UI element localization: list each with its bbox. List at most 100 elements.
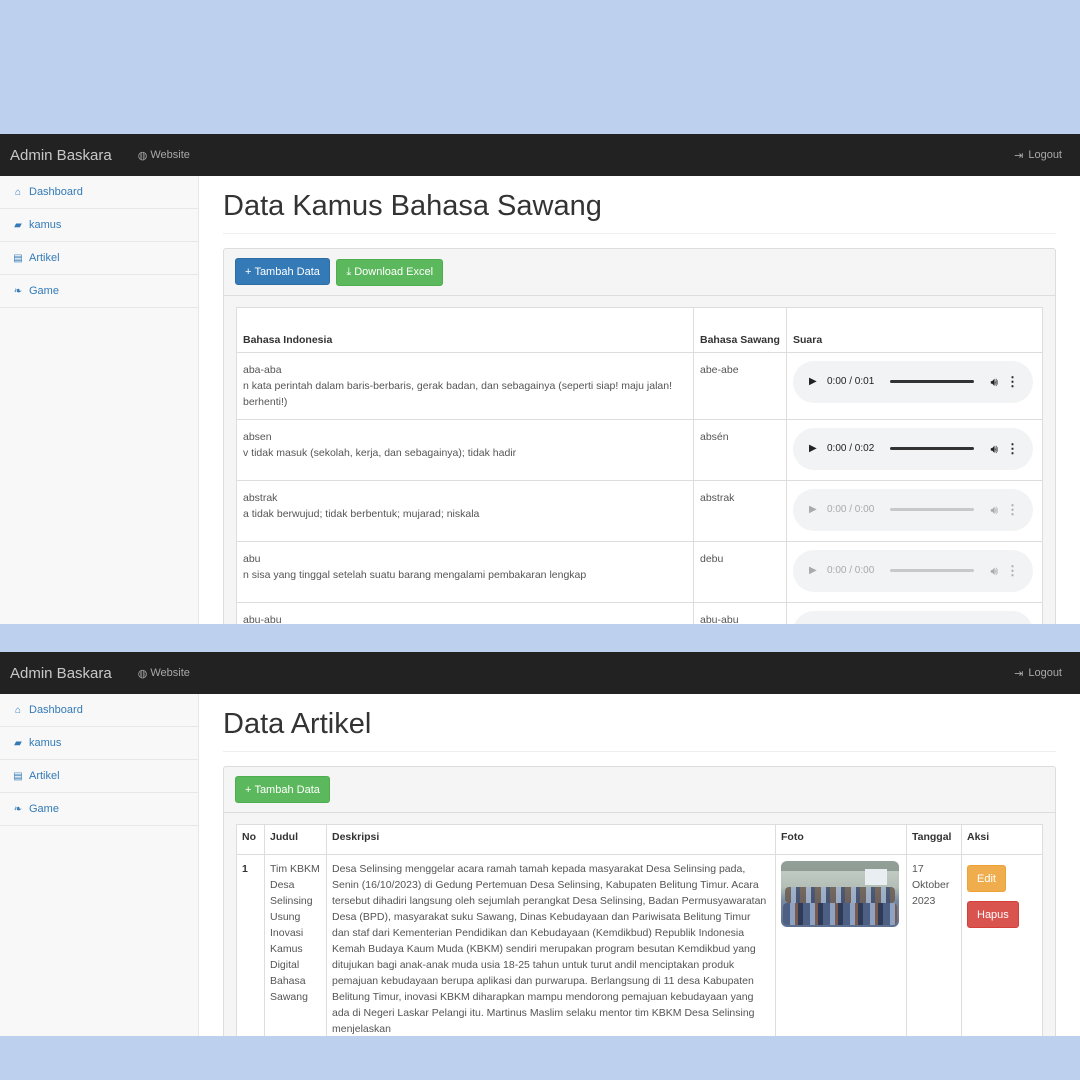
word: abstrak [243,491,278,504]
audio-progress-slider[interactable] [890,447,975,450]
sidebar-item-artikel[interactable]: ▤ Artikel [0,760,198,793]
more-options-icon[interactable]: ⋮ [1006,374,1019,390]
article-photo-cell [775,854,907,1036]
table-row: absen v tidak masuk (sekolah, kerja, dan … [236,418,1043,481]
audio-progress-slider[interactable] [890,508,975,511]
sidebar-item-kamus[interactable]: ▰ kamus [0,727,198,760]
more-options-icon[interactable]: ⋮ [1006,502,1019,518]
brand-link[interactable]: Admin Baskara [10,665,112,682]
volume-icon[interactable]: 🔊︎ [990,502,998,518]
sidebar-item-label: kamus [29,219,62,231]
suara-cell: ▶ 0:00 / 0:01 🔊︎ ⋮ [786,601,1043,625]
audio-time: 0:00 / 0:01 [827,375,875,387]
play-icon[interactable]: ▶ [809,624,819,625]
more-options-icon[interactable]: ⋮ [1006,624,1019,625]
add-data-label: Tambah Data [254,265,320,278]
audio-time: 0:00 / 0:00 [827,564,875,576]
edit-button[interactable]: Edit [967,865,1006,892]
top-navbar: Admin Baskara ◍ Website ⇥ Logout [0,652,1080,694]
definition: n kata perintah dalam baris-berbaris, ge… [243,379,673,408]
bahasa-indonesia-cell: abu-abun warna antara hitam dan putih (s… [236,601,694,625]
home-icon: ⌂ [14,186,22,198]
download-icon: ⤓ [346,265,352,278]
sidebar-item-dashboard[interactable]: ⌂ Dashboard [0,176,198,209]
suara-cell: ▶ 0:00 / 0:00 🔊︎ ⋮ [786,540,1043,603]
sidebar-item-game[interactable]: ❧ Game [0,275,198,308]
audio-progress-slider[interactable] [890,569,975,572]
more-options-icon[interactable]: ⋮ [1006,563,1019,579]
table-header-row: Bahasa Indonesia Bahasa Sawang Suara [236,306,1043,353]
logout-link[interactable]: ⇥ Logout [1014,667,1062,680]
website-link[interactable]: ◍ Website [138,667,190,680]
artikel-screenshot: Admin Baskara ◍ Website ⇥ Logout ⌂ Dashboar… [0,652,1080,1036]
play-icon[interactable]: ▶ [809,441,819,457]
bahasa-indonesia-cell: absen v tidak masuk (sekolah, kerja, dan … [236,418,694,481]
website-link[interactable]: ◍ Website [138,149,190,162]
column-header: Bahasa Indonesia [236,306,694,353]
sidebar-item-label: Artikel [29,252,60,264]
volume-icon[interactable]: 🔊︎ [990,441,998,457]
logout-link[interactable]: ⇥ Logout [1014,149,1062,162]
main-content: Data Artikel + Tambah Data No Judul Deskr… [199,694,1080,1036]
panel-body: Bahasa Indonesia Bahasa Sawang Suara aba… [224,295,1055,625]
column-header: Judul [264,824,327,855]
brand-link[interactable]: Admin Baskara [10,147,112,164]
newspaper-icon: ▤ [13,770,23,782]
volume-icon[interactable]: 🔊︎ [990,624,998,625]
sidebar-item-label: kamus [29,737,62,749]
word: absen [243,430,272,443]
play-icon[interactable]: ▶ [809,563,819,579]
download-excel-label: Download Excel [354,266,434,278]
table-header-row: No Judul Deskripsi Foto Tanggal Aksi [236,824,1043,855]
globe-icon: ◍ [137,667,148,680]
bahasa-sawang-cell: abe-abe [693,351,787,420]
audio-player[interactable]: ▶ 0:00 / 0:02 🔊︎ ⋮ [793,427,1033,470]
volume-icon[interactable]: 🔊︎ [990,374,998,390]
suara-cell: ▶ 0:00 / 0:00 🔊︎ ⋮ [786,479,1043,542]
article-title: Tim KBKM Desa Selinsing Usung Inovasi Ka… [264,854,327,1036]
main-content: Data Kamus Bahasa Sawang + Tambah Data ⤓ D… [199,176,1080,624]
plus-icon: + [245,783,252,796]
article-date: 17 Oktober 2023 [906,854,962,1036]
website-label: Website [150,667,190,679]
article-photo [781,861,899,927]
audio-player[interactable]: ▶ 0:00 / 0:00 🔊︎ ⋮ [793,549,1033,592]
play-icon[interactable]: ▶ [809,502,819,518]
sidebar-item-artikel[interactable]: ▤ Artikel [0,242,198,275]
download-excel-button[interactable]: ⤓ Download Excel [336,258,444,286]
table-row: aba-aba n kata perintah dalam baris-berba… [236,351,1043,420]
audio-player[interactable]: ▶ 0:00 / 0:00 🔊︎ ⋮ [793,488,1033,531]
sidebar-item-label: Dashboard [29,704,83,716]
add-data-label: Tambah Data [254,783,320,796]
sidebar-item-game[interactable]: ❧ Game [0,793,198,826]
play-icon[interactable]: ▶ [809,374,819,390]
audio-player[interactable]: ▶ 0:00 / 0:01 🔊︎ ⋮ [793,610,1033,625]
sidebar-item-dashboard[interactable]: ⌂ Dashboard [0,694,198,727]
leaf-icon: ❧ [13,803,23,815]
add-data-button[interactable]: + Tambah Data [235,776,330,803]
column-header: Deskripsi [326,824,776,855]
globe-icon: ◍ [137,149,148,162]
table-row: abu-abun warna antara hitam dan putih (s… [236,601,1043,625]
table-row: abu n sisa yang tinggal setelah suatu bar… [236,540,1043,603]
website-label: Website [150,149,190,161]
kamus-table: Bahasa Indonesia Bahasa Sawang Suara aba… [236,306,1043,625]
audio-time: 0:00 / 0:00 [827,503,875,515]
artikel-panel: + Tambah Data No Judul Deskripsi Foto Tan… [223,766,1056,1036]
sidebar-item-kamus[interactable]: ▰ kamus [0,209,198,242]
word: abu-abu [243,613,282,625]
audio-player[interactable]: ▶ 0:00 / 0:01 🔊︎ ⋮ [793,360,1033,403]
more-options-icon[interactable]: ⋮ [1006,441,1019,457]
audio-progress-slider[interactable] [890,380,975,383]
delete-button[interactable]: Hapus [967,901,1019,928]
newspaper-icon: ▤ [13,252,23,264]
add-data-button[interactable]: + Tambah Data [235,258,330,285]
word: aba-aba [243,363,282,376]
volume-icon[interactable]: 🔊︎ [990,563,998,579]
kamus-screenshot: Admin Baskara ◍ Website ⇥ Logout ⌂ Dashboar… [0,134,1080,624]
column-header: Foto [775,824,907,855]
panel-heading: + Tambah Data ⤓ Download Excel [224,249,1055,296]
page-title: Data Kamus Bahasa Sawang [223,176,1056,234]
sidebar: ⌂ Dashboard ▰ kamus ▤ Artikel ❧ Game [0,176,199,624]
logout-icon: ⇥ [1014,149,1024,162]
